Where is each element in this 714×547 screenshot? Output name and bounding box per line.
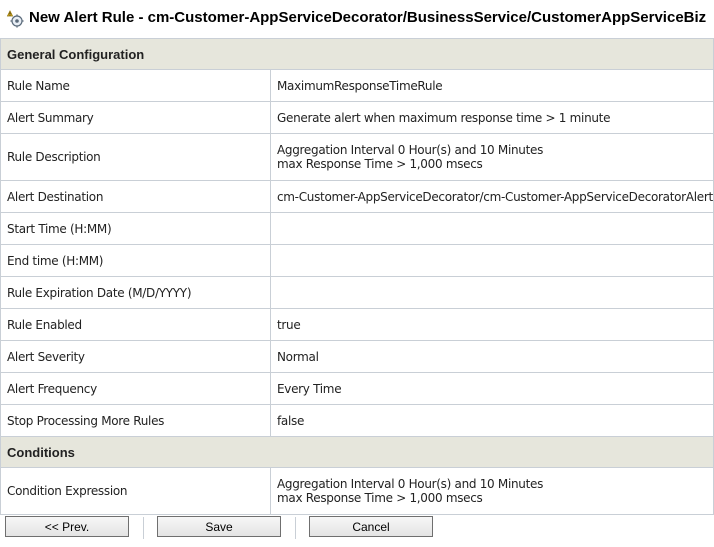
field-value: Normal bbox=[271, 341, 714, 372]
field-value-line: false bbox=[277, 413, 305, 428]
field-value: false bbox=[271, 405, 714, 436]
field-value: Every Time bbox=[271, 373, 714, 404]
field-label: Stop Processing More Rules bbox=[1, 405, 271, 436]
field-label: Alert Severity bbox=[1, 341, 271, 372]
field-label: Start Time (H:MM) bbox=[1, 213, 271, 244]
field-label: Alert Summary bbox=[1, 102, 271, 133]
table-row: End time (H:MM) bbox=[1, 245, 714, 277]
page-title: New Alert Rule - cm-Customer-AppServiceD… bbox=[29, 9, 707, 26]
field-label: End time (H:MM) bbox=[1, 245, 271, 276]
table-row: Alert Destination cm-Customer-AppServiceD… bbox=[1, 181, 714, 213]
field-value-line: Every Time bbox=[277, 381, 342, 396]
field-value-line: max Response Time > 1,000 msecs bbox=[277, 491, 483, 505]
field-value bbox=[271, 213, 714, 244]
field-value-line: Generate alert when maximum response tim… bbox=[277, 110, 611, 125]
field-value: Aggregation Interval 0 Hour(s) and 10 Mi… bbox=[271, 468, 714, 514]
button-separator bbox=[143, 517, 144, 539]
table-row: Rule Name MaximumResponseTimeRule bbox=[1, 70, 714, 102]
field-label: Rule Name bbox=[1, 70, 271, 101]
field-label: Alert Destination bbox=[1, 181, 271, 212]
conditions-section-header: Conditions bbox=[1, 437, 714, 468]
field-value-line: MaximumResponseTimeRule bbox=[277, 78, 443, 93]
prev-button[interactable]: << Prev. bbox=[5, 516, 129, 537]
cancel-button[interactable]: Cancel bbox=[309, 516, 433, 537]
general-section-header: General Configuration bbox=[1, 39, 714, 70]
table-row: Alert Severity Normal bbox=[1, 341, 714, 373]
field-value-line: cm-Customer-AppServiceDecorator/cm-Custo… bbox=[277, 189, 713, 204]
field-value: MaximumResponseTimeRule bbox=[271, 70, 714, 101]
save-button[interactable]: Save bbox=[157, 516, 281, 537]
alert-rule-icon bbox=[6, 10, 24, 28]
table-row: Alert Summary Generate alert when maximum… bbox=[1, 102, 714, 134]
table-row: Rule Enabled true bbox=[1, 309, 714, 341]
field-value: cm-Customer-AppServiceDecorator/cm-Custo… bbox=[271, 181, 714, 212]
field-value-line: Aggregation Interval 0 Hour(s) and 10 Mi… bbox=[277, 477, 544, 491]
field-value-line: true bbox=[277, 317, 301, 332]
field-label: Rule Description bbox=[1, 134, 271, 180]
field-value bbox=[271, 277, 714, 308]
button-bar: << Prev. Save Cancel bbox=[0, 514, 714, 544]
button-separator bbox=[295, 517, 296, 539]
field-value: Aggregation Interval 0 Hour(s) and 10 Mi… bbox=[271, 134, 714, 180]
field-label: Rule Enabled bbox=[1, 309, 271, 340]
alert-rule-table: General Configuration Rule Name MaximumRes… bbox=[0, 38, 714, 515]
field-value: Generate alert when maximum response tim… bbox=[271, 102, 714, 133]
table-row: Start Time (H:MM) bbox=[1, 213, 714, 245]
field-value-line: Aggregation Interval 0 Hour(s) and 10 Mi… bbox=[277, 143, 544, 157]
field-value-line: Normal bbox=[277, 349, 319, 364]
field-label: Alert Frequency bbox=[1, 373, 271, 404]
field-value-line: max Response Time > 1,000 msecs bbox=[277, 157, 483, 171]
title-bar: New Alert Rule - cm-Customer-AppServiceD… bbox=[0, 0, 714, 37]
table-row: Condition Expression Aggregation Interval… bbox=[1, 468, 714, 515]
field-label: Rule Expiration Date (M/D/YYYY) bbox=[1, 277, 271, 308]
field-value bbox=[271, 245, 714, 276]
table-row: Stop Processing More Rules false bbox=[1, 405, 714, 437]
table-row: Rule Expiration Date (M/D/YYYY) bbox=[1, 277, 714, 309]
table-row: Alert Frequency Every Time bbox=[1, 373, 714, 405]
field-label: Condition Expression bbox=[1, 468, 271, 514]
field-value: true bbox=[271, 309, 714, 340]
table-row: Rule Description Aggregation Interval 0 H… bbox=[1, 134, 714, 181]
